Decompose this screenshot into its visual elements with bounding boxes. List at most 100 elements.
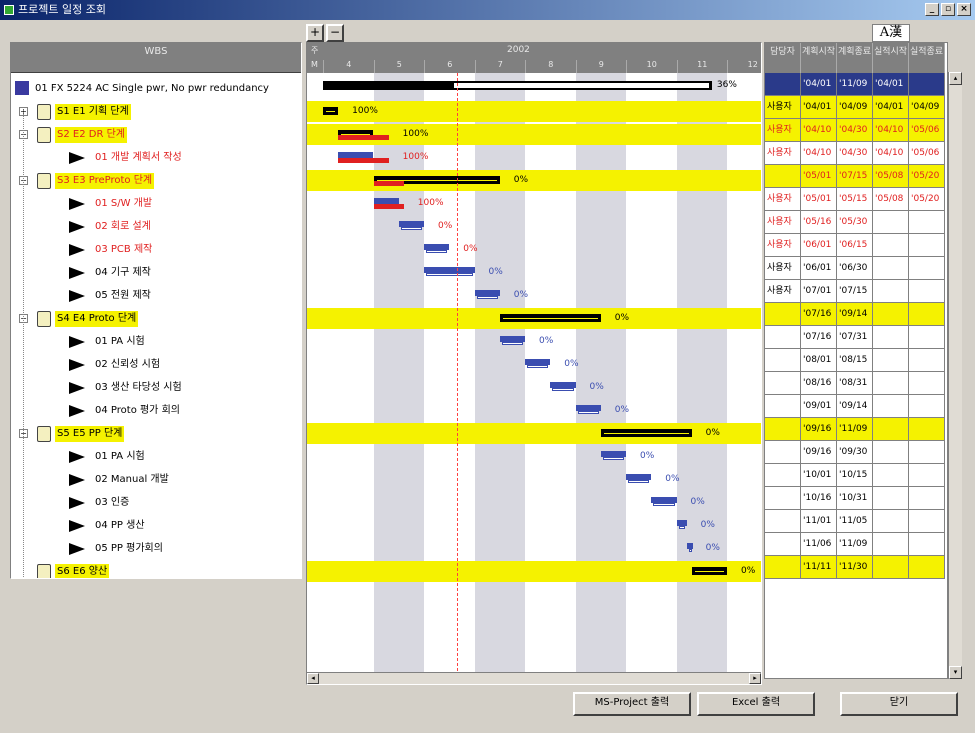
date-cell[interactable]: '04/10 xyxy=(801,142,837,165)
scroll-up-arrow[interactable]: ▴ xyxy=(949,72,962,85)
date-cell[interactable]: '08/31 xyxy=(837,372,873,395)
date-cell[interactable]: '09/01 xyxy=(801,395,837,418)
date-cell[interactable]: '05/06 xyxy=(909,119,945,142)
date-cell[interactable]: '04/01 xyxy=(873,73,909,96)
stage-summary-bar[interactable] xyxy=(499,314,601,322)
date-cell[interactable]: '06/01 xyxy=(801,257,837,280)
scroll-left-arrow[interactable]: ◂ xyxy=(307,673,319,684)
date-cell[interactable]: '10/16 xyxy=(801,487,837,510)
project-row[interactable]: 01 FX 5224 AC Single pwr, No pwr redunda… xyxy=(11,77,301,100)
date-cell[interactable]: '07/15 xyxy=(837,280,873,303)
date-cell[interactable]: '04/30 xyxy=(837,142,873,165)
date-cell[interactable]: 사용자 xyxy=(765,280,801,303)
date-cell[interactable]: '09/16 xyxy=(801,441,837,464)
date-cell[interactable]: '06/30 xyxy=(837,257,873,280)
wbs-row[interactable]: 03 PCB 제작 xyxy=(11,238,301,261)
date-cell[interactable] xyxy=(765,510,801,533)
date-cell[interactable] xyxy=(909,556,945,579)
date-cell[interactable]: 사용자 xyxy=(765,234,801,257)
date-cell[interactable] xyxy=(765,73,801,96)
date-cell[interactable]: '05/30 xyxy=(837,211,873,234)
date-cell[interactable] xyxy=(909,234,945,257)
close-button[interactable]: 닫기 xyxy=(840,692,958,716)
date-cell[interactable]: '10/31 xyxy=(837,487,873,510)
date-cell[interactable] xyxy=(909,211,945,234)
date-cell[interactable] xyxy=(909,487,945,510)
wbs-row[interactable]: 05 PP 평가회의 xyxy=(11,537,301,560)
date-cell[interactable] xyxy=(873,257,909,280)
date-cell[interactable] xyxy=(765,556,801,579)
date-cell[interactable]: '04/01 xyxy=(801,73,837,96)
wbs-row[interactable]: 03 인증 xyxy=(11,491,301,514)
date-cell[interactable] xyxy=(909,510,945,533)
date-cell[interactable]: 사용자 xyxy=(765,142,801,165)
date-cell[interactable] xyxy=(909,395,945,418)
wbs-row[interactable]: S6 E6 양산 xyxy=(11,560,301,578)
wbs-row[interactable]: 02 회로 설계 xyxy=(11,215,301,238)
date-cell[interactable]: '04/09 xyxy=(909,96,945,119)
stage-summary-bar[interactable] xyxy=(323,107,339,115)
zoom-in-button[interactable]: + xyxy=(306,24,324,42)
date-cell[interactable]: '06/15 xyxy=(837,234,873,257)
maximize-button[interactable]: ▫ xyxy=(941,3,955,16)
wbs-row[interactable]: 01 PA 시험 xyxy=(11,330,301,353)
actual-bar[interactable] xyxy=(338,158,389,163)
date-cell[interactable]: '05/01 xyxy=(801,188,837,211)
date-cell[interactable]: '09/16 xyxy=(801,418,837,441)
wbs-row[interactable]: 04 PP 생산 xyxy=(11,514,301,537)
date-cell[interactable]: '05/08 xyxy=(873,188,909,211)
date-cell[interactable] xyxy=(765,165,801,188)
vertical-scrollbar[interactable]: ▴ ▾ xyxy=(948,72,962,679)
date-cell[interactable] xyxy=(873,211,909,234)
date-cell[interactable]: '04/01 xyxy=(873,96,909,119)
gantt-hscrollbar[interactable]: ◂ ▸ xyxy=(307,672,761,684)
date-cell[interactable] xyxy=(909,533,945,556)
wbs-row[interactable]: 04 Proto 평가 회의 xyxy=(11,399,301,422)
date-cell[interactable] xyxy=(909,464,945,487)
wbs-row[interactable]: 01 S/W 개발 xyxy=(11,192,301,215)
date-cell[interactable]: '08/15 xyxy=(837,349,873,372)
date-cell[interactable] xyxy=(909,73,945,96)
date-cell[interactable]: '09/14 xyxy=(837,395,873,418)
date-cell[interactable]: '07/15 xyxy=(837,165,873,188)
date-cell[interactable] xyxy=(765,464,801,487)
date-cell[interactable]: '04/10 xyxy=(873,119,909,142)
wbs-row[interactable]: 04 기구 제작 xyxy=(11,261,301,284)
wbs-row[interactable]: 02 Manual 개발 xyxy=(11,468,301,491)
date-cell[interactable] xyxy=(873,464,909,487)
scroll-down-arrow[interactable]: ▾ xyxy=(949,666,962,679)
date-cell[interactable] xyxy=(909,257,945,280)
wbs-row[interactable]: 01 PA 시험 xyxy=(11,445,301,468)
date-cell[interactable] xyxy=(765,372,801,395)
date-cell[interactable]: '11/30 xyxy=(837,556,873,579)
date-cell[interactable] xyxy=(873,510,909,533)
date-cell[interactable]: '08/16 xyxy=(801,372,837,395)
date-cell[interactable] xyxy=(909,441,945,464)
date-cell[interactable]: '04/09 xyxy=(837,96,873,119)
date-cell[interactable]: '07/16 xyxy=(801,326,837,349)
date-cell[interactable]: '07/16 xyxy=(801,303,837,326)
date-cell[interactable] xyxy=(873,533,909,556)
date-cell[interactable]: '05/01 xyxy=(801,165,837,188)
wbs-row[interactable]: − S2 E2 DR 단계 xyxy=(11,123,301,146)
zoom-out-button[interactable]: − xyxy=(326,24,344,42)
ime-indicator[interactable]: A漢 xyxy=(872,24,910,42)
date-cell[interactable] xyxy=(873,303,909,326)
ms-project-export-button[interactable]: MS-Project 출력 xyxy=(573,692,691,716)
date-cell[interactable]: '05/15 xyxy=(837,188,873,211)
date-cell[interactable] xyxy=(909,372,945,395)
date-cell[interactable]: '05/16 xyxy=(801,211,837,234)
date-cell[interactable] xyxy=(873,372,909,395)
date-cell[interactable]: '05/20 xyxy=(909,188,945,211)
wbs-row[interactable]: − S3 E3 PreProto 단계 xyxy=(11,169,301,192)
date-cell[interactable]: '11/09 xyxy=(837,73,873,96)
date-cell[interactable]: '11/06 xyxy=(801,533,837,556)
date-cell[interactable]: '10/15 xyxy=(837,464,873,487)
actual-bar[interactable] xyxy=(338,135,389,140)
date-cell[interactable] xyxy=(873,280,909,303)
date-cell[interactable]: '05/20 xyxy=(909,165,945,188)
date-cell[interactable]: '11/05 xyxy=(837,510,873,533)
date-cell[interactable] xyxy=(873,487,909,510)
wbs-row[interactable]: 01 개발 계획서 작성 xyxy=(11,146,301,169)
date-cell[interactable] xyxy=(765,326,801,349)
